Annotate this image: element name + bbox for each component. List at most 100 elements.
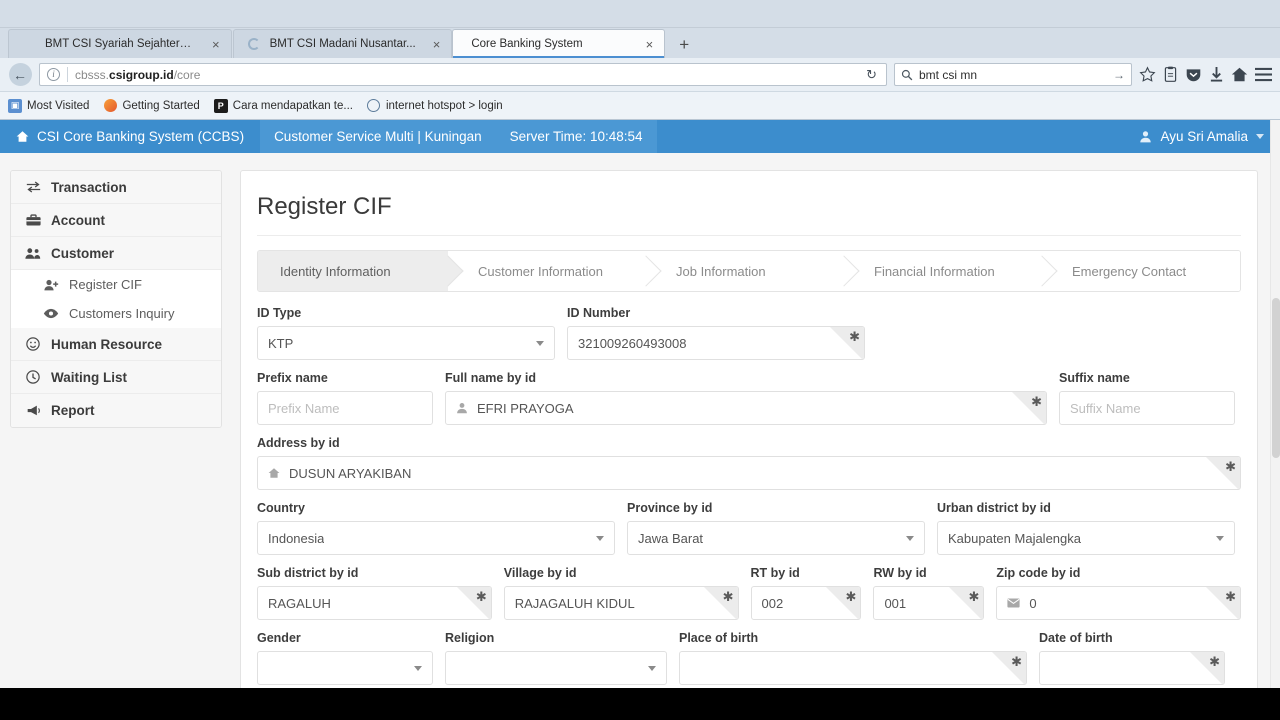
step-label: Identity Information	[280, 263, 391, 279]
search-go-icon[interactable]: →	[1113, 68, 1125, 82]
pocket-icon[interactable]	[1185, 66, 1202, 83]
sidebar-item-customer[interactable]: Customer	[11, 237, 221, 270]
step-identity-information[interactable]: Identity Information	[258, 251, 448, 291]
tab-close-icon[interactable]: ×	[430, 38, 444, 51]
field-label: Full name by id	[445, 371, 536, 385]
tab-close-icon[interactable]: ×	[643, 38, 657, 51]
bookmarks-bar: ▣ Most Visited Getting Started P Cara me…	[0, 92, 1280, 120]
field-label: ID Type	[257, 306, 302, 320]
page-icon	[23, 37, 37, 51]
user-menu[interactable]: Ayu Sri Amalia	[1123, 120, 1280, 153]
full-name-input[interactable]: EFRI PRAYOGA ✱	[445, 391, 1047, 425]
religion-select[interactable]	[445, 651, 667, 685]
field-label: Zip code by id	[996, 566, 1081, 580]
envelope-icon	[1007, 598, 1020, 608]
app-brand[interactable]: CSI Core Banking System (CCBS)	[0, 120, 260, 153]
sidebar-submenu-customer: Register CIF Customers Inquiry	[11, 270, 221, 328]
sidebar-item-transaction[interactable]: Transaction	[11, 171, 221, 204]
sidebar-item-register-cif[interactable]: Register CIF	[11, 270, 221, 299]
form-row-5: Sub district by id RAGALUH ✱ Village by …	[257, 566, 1242, 620]
menu-icon[interactable]	[1255, 67, 1272, 82]
back-button[interactable]: ←	[8, 63, 32, 87]
required-marker: ✱	[1190, 652, 1224, 684]
browser-tab-1[interactable]: BMT CSI Syariah Sejahtera | Me... ×	[8, 29, 232, 58]
sidebar-item-account[interactable]: Account	[11, 204, 221, 237]
form-row-2: Prefix name Prefix Name Full name by id	[257, 371, 1241, 425]
step-label: Emergency Contact	[1072, 263, 1187, 279]
browser-tabstrip: BMT CSI Syariah Sejahtera | Me... × BMT …	[0, 28, 1280, 58]
zip-code-input[interactable]: 0 ✱	[996, 586, 1242, 620]
new-tab-button[interactable]: +	[669, 31, 699, 58]
required-marker: ✱	[826, 587, 861, 619]
urban-district-select[interactable]: Kabupaten Majalengka	[937, 521, 1235, 555]
bookmark-getting-started[interactable]: Getting Started	[103, 99, 200, 113]
eye-icon	[43, 308, 59, 319]
appbar-branch[interactable]: Customer Service Multi | Kuningan	[260, 120, 496, 153]
sidebar-item-waiting-list[interactable]: Waiting List	[11, 361, 221, 394]
bookmark-internet-hotspot[interactable]: internet hotspot > login	[367, 99, 503, 113]
sidebar-item-customers-inquiry[interactable]: Customers Inquiry	[11, 299, 221, 328]
rw-input[interactable]: 001 ✱	[873, 586, 985, 620]
village-input[interactable]: RAJAGALUH KIDUL ✱	[503, 586, 739, 620]
address-bar[interactable]: i cbsss.csigroup.id/core ↻	[39, 63, 887, 86]
rt-input[interactable]: 002 ✱	[750, 586, 862, 620]
user-name: Ayu Sri Amalia	[1160, 129, 1248, 144]
province-select[interactable]: Jawa Barat	[627, 521, 925, 555]
reload-icon[interactable]: ↻	[866, 67, 879, 83]
field-label: RW by id	[873, 566, 927, 580]
required-marker: ✱	[949, 587, 984, 619]
home-icon	[16, 131, 29, 142]
date-of-birth-input[interactable]: ✱	[1039, 651, 1225, 685]
form-row-1: ID Type KTP ID Number 321009260493008 ✱	[257, 306, 1241, 360]
scrollbar-thumb[interactable]	[1272, 298, 1280, 458]
field-label: Village by id	[503, 566, 577, 580]
field-suffix-name: Suffix name Suffix Name	[1059, 371, 1235, 425]
bookmark-cara-mendapatkan[interactable]: P Cara mendapatkan te...	[213, 98, 353, 113]
sidebar-item-human-resource[interactable]: Human Resource	[11, 328, 221, 361]
sub-district-input[interactable]: RAGALUH ✱	[257, 586, 492, 620]
id-type-select[interactable]: KTP	[257, 326, 555, 360]
field-value: Indonesia	[268, 530, 325, 546]
reader-icon[interactable]	[1163, 66, 1178, 83]
step-customer-information[interactable]: Customer Information	[448, 251, 646, 291]
field-gender: Gender	[257, 631, 433, 685]
search-input[interactable]: bmt csi mn →	[894, 63, 1132, 86]
page-scrollbar[interactable]	[1270, 120, 1280, 720]
tab-title: BMT CSI Madani Nusantar...	[269, 38, 416, 50]
chevron-down-icon	[414, 665, 422, 671]
downloads-icon[interactable]	[1209, 66, 1224, 83]
field-value: RAGALUH	[268, 595, 331, 611]
address-input[interactable]: DUSUN ARYAKIBAN ✱	[257, 456, 1241, 490]
bookmark-star-icon[interactable]	[1139, 66, 1156, 83]
step-financial-information[interactable]: Financial Information	[844, 251, 1042, 291]
field-id-number: ID Number 321009260493008 ✱	[567, 306, 865, 360]
site-info-icon[interactable]: i	[47, 68, 60, 81]
bookmark-most-visited[interactable]: ▣ Most Visited	[8, 98, 89, 113]
step-emergency-contact[interactable]: Emergency Contact	[1042, 251, 1240, 291]
suffix-name-input[interactable]: Suffix Name	[1059, 391, 1235, 425]
place-of-birth-input[interactable]: ✱	[679, 651, 1027, 685]
field-value: Kabupaten Majalengka	[948, 530, 1081, 546]
loading-spinner-icon	[247, 37, 262, 51]
tab-close-icon[interactable]: ×	[209, 38, 223, 51]
smiley-icon	[25, 337, 41, 351]
field-value: EFRI PRAYOGA	[477, 400, 574, 416]
browser-tab-3-active[interactable]: Core Banking System ×	[452, 29, 666, 58]
prefix-name-input[interactable]: Prefix Name	[257, 391, 433, 425]
chevron-down-icon[interactable]	[1256, 134, 1264, 139]
id-number-input[interactable]: 321009260493008 ✱	[567, 326, 865, 360]
sidebar-item-label: Customer	[51, 245, 115, 261]
identity-information-form: ID Type KTP ID Number 321009260493008 ✱	[257, 292, 1242, 685]
step-job-information[interactable]: Job Information	[646, 251, 844, 291]
browser-tab-2[interactable]: BMT CSI Madani Nusantar... ×	[232, 29, 453, 58]
field-label: Province by id	[627, 501, 713, 515]
gender-select[interactable]	[257, 651, 433, 685]
sidebar-item-report[interactable]: Report	[11, 394, 221, 427]
sidebar-item-label: Account	[51, 212, 105, 228]
divider	[67, 67, 68, 82]
country-select[interactable]: Indonesia	[257, 521, 615, 555]
home-icon[interactable]	[1231, 66, 1248, 83]
field-date-of-birth: Date of birth ✱	[1039, 631, 1225, 685]
field-value: DUSUN ARYAKIBAN	[289, 465, 412, 481]
field-zip-code: Zip code by id 0 ✱	[996, 566, 1242, 620]
